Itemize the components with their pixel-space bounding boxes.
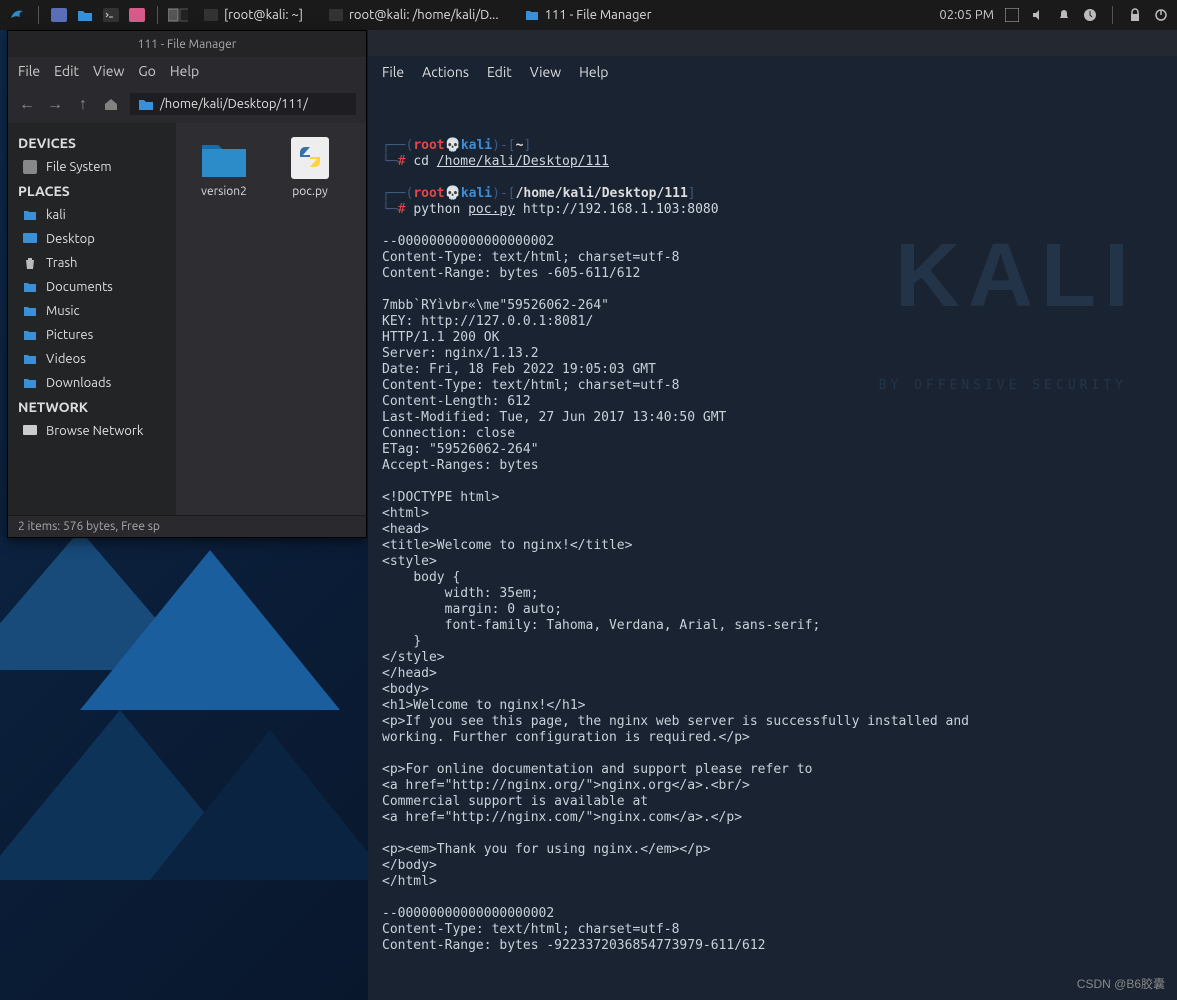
sidebar-item-trash[interactable]: Trash — [8, 251, 176, 275]
folder-icon — [22, 327, 38, 343]
editor-icon[interactable] — [127, 5, 147, 25]
fm-sidebar: DEVICES File System PLACES kali Desktop … — [8, 123, 176, 515]
fm-statusbar: 2 items: 576 bytes, Free sp — [8, 515, 366, 537]
folder-icon — [198, 135, 250, 181]
fm-status-text: 2 items: 576 bytes, Free sp — [18, 520, 160, 533]
home-folder-icon — [22, 207, 38, 223]
folder-icon — [22, 351, 38, 367]
path-bar[interactable]: /home/kali/Desktop/111/ — [130, 93, 356, 115]
sidebar-item-label: Videos — [46, 352, 86, 366]
sidebar-item-kali[interactable]: kali — [8, 203, 176, 227]
disk-icon — [22, 159, 38, 175]
term-menu-edit[interactable]: Edit — [487, 64, 512, 80]
file-poc-py[interactable]: poc.py — [274, 135, 346, 198]
sidebar-item-music[interactable]: Music — [8, 299, 176, 323]
clock[interactable]: 02:05 PM — [939, 8, 994, 22]
task-terminal-2[interactable]: root@kali: /home/kali/D... — [319, 6, 509, 24]
sidebar-item-pictures[interactable]: Pictures — [8, 323, 176, 347]
sidebar-item-downloads[interactable]: Downloads — [8, 371, 176, 395]
task-label: [root@kali: ~] — [224, 8, 303, 22]
files-icon[interactable] — [75, 5, 95, 25]
sidebar-item-documents[interactable]: Documents — [8, 275, 176, 299]
terminal-window: File Actions Edit View Help KALI BY OFFE… — [368, 30, 1177, 1000]
fm-titlebar[interactable]: 111 - File Manager — [8, 31, 366, 57]
kali-menu-icon[interactable] — [8, 5, 28, 25]
sidebar-item-label: Music — [46, 304, 80, 318]
kali-watermark: KALI — [895, 268, 1137, 284]
network-header: NETWORK — [8, 395, 176, 419]
sidebar-item-filesystem[interactable]: File System — [8, 155, 176, 179]
sidebar-item-label: Documents — [46, 280, 113, 294]
path-text: /home/kali/Desktop/111/ — [160, 97, 308, 111]
workspace-tray-icon[interactable] — [1004, 7, 1020, 23]
file-version2[interactable]: version2 — [188, 135, 260, 198]
terminal-launcher-icon[interactable] — [101, 5, 121, 25]
sidebar-item-label: Browse Network — [46, 424, 143, 438]
up-icon[interactable]: ↑ — [74, 95, 92, 113]
fm-menu-view[interactable]: View — [93, 63, 124, 79]
task-terminal-1[interactable]: [root@kali: ~] — [194, 6, 313, 24]
folder-icon — [22, 279, 38, 295]
workspace-icon[interactable] — [49, 5, 69, 25]
sidebar-item-label: Pictures — [46, 328, 93, 342]
devices-header: DEVICES — [8, 131, 176, 155]
desktop-icon — [22, 231, 38, 247]
sidebar-item-label: Desktop — [46, 232, 95, 246]
fm-menu-file[interactable]: File — [18, 63, 40, 79]
lock-icon[interactable] — [1127, 7, 1143, 23]
taskbar: [root@kali: ~] root@kali: /home/kali/D..… — [0, 0, 1177, 30]
fm-menu-help[interactable]: Help — [170, 63, 199, 79]
sidebar-item-label: Trash — [46, 256, 77, 270]
folder-icon — [22, 303, 38, 319]
fm-menubar: File Edit View Go Help — [8, 57, 366, 85]
task-filemanager[interactable]: 111 - File Manager — [515, 6, 662, 24]
forward-icon[interactable]: → — [46, 95, 64, 113]
term-menubar: File Actions Edit View Help — [368, 56, 1177, 88]
fm-menu-go[interactable]: Go — [138, 63, 155, 79]
sidebar-item-label: Downloads — [46, 376, 111, 390]
sidebar-item-label: File System — [46, 160, 112, 174]
sidebar-item-label: kali — [46, 208, 66, 222]
term-menu-file[interactable]: File — [382, 64, 404, 80]
task-label: 111 - File Manager — [545, 8, 652, 22]
fm-navbar: ← → ↑ /home/kali/Desktop/111/ — [8, 85, 366, 123]
desktop-switcher-icon[interactable] — [168, 5, 188, 25]
trash-icon — [22, 255, 38, 271]
sidebar-item-browse-network[interactable]: Browse Network — [8, 419, 176, 443]
term-menu-actions[interactable]: Actions — [422, 64, 469, 80]
sidebar-item-videos[interactable]: Videos — [8, 347, 176, 371]
back-icon[interactable]: ← — [18, 95, 36, 113]
fm-content[interactable]: version2 poc.py — [176, 123, 366, 515]
home-icon[interactable] — [102, 95, 120, 113]
terminal-content[interactable]: KALI BY OFFENSIVE SECURITY ┌──(root💀kali… — [368, 88, 1177, 1000]
updates-icon[interactable] — [1082, 7, 1098, 23]
file-label: version2 — [201, 185, 247, 198]
task-label: root@kali: /home/kali/D... — [349, 8, 499, 22]
prompt-1: ┌──(root💀kali)-[~] └─# cd /home/kali/Des… — [382, 138, 609, 169]
sidebar-item-desktop[interactable]: Desktop — [8, 227, 176, 251]
file-label: poc.py — [292, 185, 327, 198]
file-manager-window: 111 - File Manager File Edit View Go Hel… — [7, 30, 367, 538]
term-menu-view[interactable]: View — [530, 64, 561, 80]
places-header: PLACES — [8, 179, 176, 203]
terminal-output: --00000000000000000002 Content-Type: tex… — [382, 234, 969, 953]
folder-icon — [22, 375, 38, 391]
power-icon[interactable] — [1153, 7, 1169, 23]
term-menu-help[interactable]: Help — [579, 64, 608, 80]
fm-title: 111 - File Manager — [138, 38, 237, 51]
prompt-2: ┌──(root💀kali)-[/home/kali/Desktop/111] … — [382, 186, 719, 217]
notifications-icon[interactable] — [1056, 7, 1072, 23]
fm-menu-edit[interactable]: Edit — [54, 63, 79, 79]
python-file-icon — [284, 135, 336, 181]
folder-icon — [138, 97, 154, 111]
volume-icon[interactable] — [1030, 7, 1046, 23]
term-titlebar[interactable] — [368, 30, 1177, 56]
network-icon — [22, 423, 38, 439]
kali-watermark-sub: BY OFFENSIVE SECURITY — [879, 378, 1127, 394]
